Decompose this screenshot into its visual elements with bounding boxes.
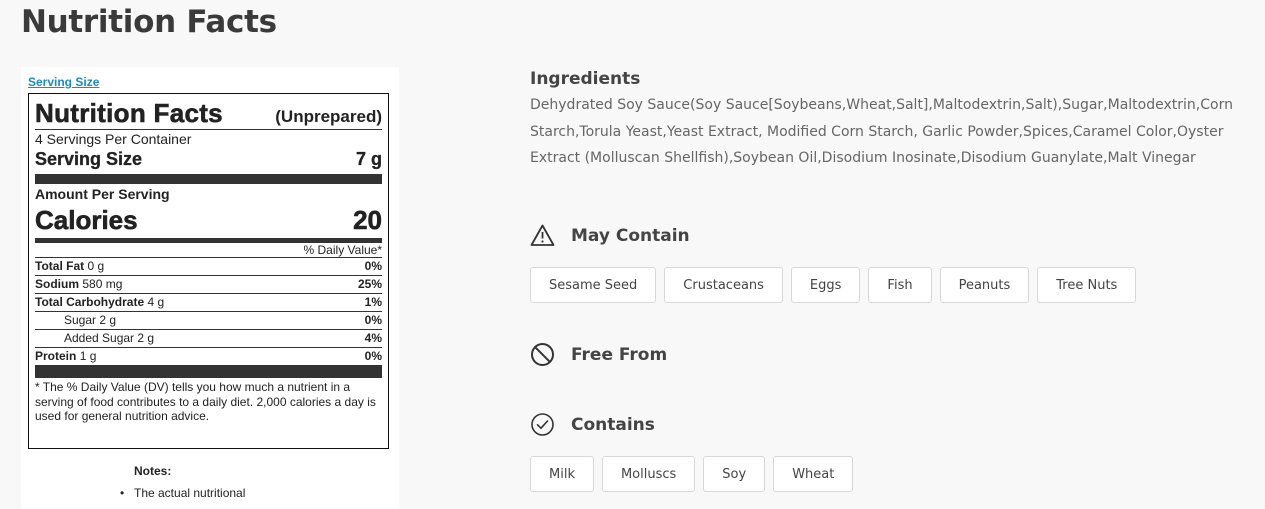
footnote: * The % Daily Value (DV) tells you how m… (35, 380, 376, 423)
allergen-chip[interactable]: Tree Nuts (1037, 267, 1137, 303)
nutrient-amount: 0 g (87, 259, 105, 273)
nutrient-row: Protein 1 g 0% (35, 348, 382, 365)
notes-list: • The actual nutritional (120, 485, 246, 501)
free-from-title: Free From (571, 344, 668, 365)
label-title: Nutrition Facts (35, 98, 223, 129)
serving-size-row: Serving Size 7 g (35, 149, 382, 170)
nutrient-amount: 2 g (137, 331, 155, 345)
allergen-chip[interactable]: Crustaceans (664, 267, 783, 303)
prohibited-icon (530, 342, 555, 367)
nutrition-facts-label: Nutrition Facts (Unprepared) 4 Servings … (28, 93, 389, 449)
nutrient-daily-value: 1% (364, 295, 382, 309)
nutrition-label-panel: Serving Size Nutrition Facts (Unprepared… (21, 67, 399, 509)
nutrient-name: Total Carbohydrate 4 g (35, 294, 164, 311)
nutrient-row: Sodium 580 mg 25% (35, 276, 382, 294)
nutrient-label: Protein (35, 349, 77, 363)
allergen-chip[interactable]: Fish (868, 267, 932, 303)
allergen-chip[interactable]: Wheat (773, 456, 854, 492)
nutrient-amount: 2 g (99, 313, 117, 327)
allergen-chip[interactable]: Sesame Seed (530, 267, 657, 303)
nutrient-name: Total Fat 0 g (35, 258, 104, 275)
thick-divider (35, 174, 382, 184)
nutrient-daily-value: 25% (357, 277, 382, 291)
nutrient-daily-value: 0% (364, 349, 382, 363)
serving-size-value: 7 g (355, 149, 382, 169)
nutrient-daily-value: 4% (364, 331, 382, 345)
nutrient-daily-value: 0% (364, 259, 382, 273)
page-title: Nutrition Facts (21, 4, 277, 40)
nutrient-label: Total Fat (35, 259, 85, 273)
notes: Notes: • The actual nutritional (120, 464, 246, 501)
amount-per-serving: Amount Per Serving (35, 186, 170, 202)
nutrient-label: Sugar (64, 313, 97, 327)
contains-heading: Contains (530, 412, 655, 437)
check-circle-icon (530, 412, 555, 437)
nutrient-row: Sugar 2 g 0% (35, 312, 382, 330)
contains-title: Contains (571, 414, 655, 435)
allergen-chip[interactable]: Molluscs (601, 456, 696, 492)
notes-title: Notes: (134, 464, 172, 478)
allergen-chip[interactable]: Milk (530, 456, 594, 492)
nutrient-list: Total Fat 0 g 0% Sodium 580 mg 25% Total Car… (35, 258, 382, 365)
nutrient-row: Total Carbohydrate 4 g 1% (35, 294, 382, 312)
ingredients-text: Dehydrated Soy Sauce(Soy Sauce[Soybeans,… (530, 97, 1233, 166)
allergen-chip[interactable]: Soy (703, 456, 766, 492)
allergen-chip[interactable]: Peanuts (939, 267, 1030, 303)
nutrient-label: Total Carbohydrate (35, 295, 145, 309)
calories-label: Calories (35, 205, 138, 236)
calories-row: Calories 20 (35, 205, 383, 236)
serving-size-label: Serving Size (35, 149, 143, 169)
label-subtitle: (Unprepared) (275, 107, 382, 126)
serving-size-link[interactable]: Serving Size (28, 75, 99, 89)
allergen-chip[interactable]: Eggs (790, 267, 861, 303)
free-from-heading: Free From (530, 342, 667, 367)
daily-value-header: % Daily Value* (35, 243, 382, 258)
label-header: Nutrition Facts (Unprepared) (35, 98, 382, 129)
nutrient-name: Sugar 2 g (35, 312, 116, 329)
nutrient-amount: 580 mg (82, 277, 123, 291)
nutrient-row: Added Sugar 2 g 4% (35, 330, 382, 348)
thick-divider (35, 365, 382, 378)
warning-triangle-icon (530, 223, 555, 248)
nutrient-name: Added Sugar 2 g (35, 330, 154, 347)
nutrient-daily-value: 0% (364, 313, 382, 327)
note-item: • The actual nutritional (120, 485, 246, 501)
nutrient-label: Sodium (35, 277, 79, 291)
ingredients-title: Ingredients (530, 69, 641, 89)
may-contain-title: May Contain (571, 225, 690, 246)
calories-value: 20 (353, 205, 383, 236)
contains-list: Milk Molluscs Soy Wheat (530, 456, 854, 492)
servings-per-container: 4 Servings Per Container (35, 131, 192, 147)
nutrient-row: Total Fat 0 g 0% (35, 258, 382, 276)
nutrient-amount: 1 g (79, 349, 97, 363)
may-contain-list: Sesame Seed Crustaceans Eggs Fish Peanuts Tre… (530, 267, 1137, 303)
nutrient-label: Added Sugar (64, 331, 135, 345)
may-contain-heading: May Contain (530, 223, 690, 248)
nutrient-amount: 4 g (147, 295, 165, 309)
nutrient-name: Protein 1 g (35, 348, 96, 365)
note-text: The actual nutritional (134, 486, 246, 500)
bullet-icon: • (120, 486, 125, 500)
nutrient-name: Sodium 580 mg (35, 276, 122, 293)
